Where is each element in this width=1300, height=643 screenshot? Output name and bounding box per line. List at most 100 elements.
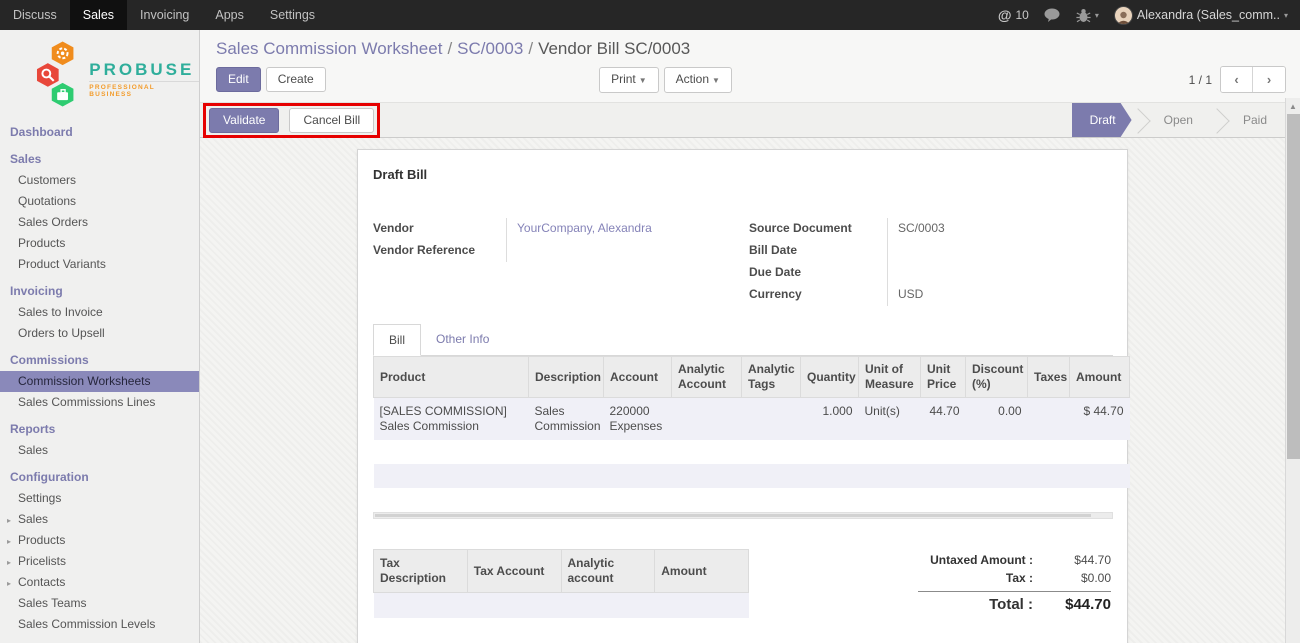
scrollbar-thumb[interactable] [1287,114,1300,459]
action-dropdown-button[interactable]: Action▼ [664,67,732,93]
scrollbar-thumb[interactable] [375,514,1091,517]
systray: @ 10 ▾ [998,0,1300,30]
nav-item-apps[interactable]: Apps [202,0,257,30]
cell-taxes [1028,398,1070,441]
bug-icon [1076,8,1091,23]
sidebar-item-product-variants[interactable]: Product Variants [0,254,199,275]
col-tax-analytic-account: Analytic account [561,550,655,593]
sidebar-section-sales[interactable]: Sales [0,149,199,170]
user-menu-button[interactable]: Alexandra (Sales_comm.. ▾ [1114,6,1288,25]
field-currency: Currency USD [749,284,1113,306]
tax-row: Tax : $0.00 [870,569,1111,587]
totals-divider [918,591,1111,592]
breadcrumb: Sales Commission Worksheet/SC/0003/Vendo… [216,38,1286,59]
print-dropdown-button[interactable]: Print▼ [599,67,659,93]
edit-button[interactable]: Edit [216,67,261,92]
status-step-paid[interactable]: Paid [1225,103,1285,137]
debug-menu-button[interactable]: ▾ [1076,8,1099,23]
col-amount: Amount [1070,357,1130,398]
pager-buttons: ‹ › [1220,66,1286,93]
col-analytic-tags: Analytic Tags [742,357,801,398]
status-step-draft[interactable]: Draft [1072,103,1132,137]
tax-and-totals-section: Tax Description Tax Account Analytic acc… [373,549,1113,643]
cell-analytic-tags [742,398,801,441]
sidebar-item-config-products[interactable]: ▸Products [0,530,199,551]
tab-other-info[interactable]: Other Info [421,324,504,355]
sidebar-item-sales-orders[interactable]: Sales Orders [0,212,199,233]
pager-previous-button[interactable]: ‹ [1221,67,1253,92]
sidebar-item-config-sales[interactable]: ▸Sales [0,509,199,530]
vertical-scrollbar[interactable]: ▲ [1285,98,1300,643]
pager-next-button[interactable]: › [1253,67,1285,92]
pager-value: 1 / 1 [1189,73,1212,87]
due-date-label: Due Date [749,262,887,282]
empty-row [374,593,749,618]
cell-unit-price: 44.70 [921,398,966,441]
sidebar-item-reports-sales[interactable]: Sales [0,440,199,461]
tab-bill[interactable]: Bill [373,324,421,356]
sidebar-item-quotations[interactable]: Quotations [0,191,199,212]
breadcrumb-separator: / [447,39,452,58]
col-tax-description: Tax Description [374,550,468,593]
col-description: Description [529,357,604,398]
cell-amount: $ 44.70 [1070,398,1130,441]
inbox-messages-button[interactable]: @ 10 [998,7,1029,23]
control-panel-buttons: Edit Create Print▼ Action▼ 1 / 1 ‹ › [216,66,1286,93]
sidebar-item-dashboard[interactable]: Dashboard [0,122,199,143]
sidebar-section-commissions[interactable]: Commissions [0,350,199,371]
expand-arrow-icon: ▸ [7,576,11,591]
bill-table-header-row: Product Description Account Analytic Acc… [374,357,1130,398]
col-analytic-account: Analytic Account [672,357,742,398]
sidebar-item-sales-commissions-lines[interactable]: Sales Commissions Lines [0,392,199,413]
nav-item-sales[interactable]: Sales [70,0,127,30]
sidebar-section-invoicing[interactable]: Invoicing [0,281,199,302]
field-group-right: Source Document SC/0003 Bill Date Due Da… [749,218,1113,306]
sidebar-item-settings[interactable]: Settings [0,488,199,509]
cancel-bill-button[interactable]: Cancel Bill [289,108,374,133]
col-tax-amount: Amount [655,550,749,593]
chevron-down-icon: ▼ [639,76,647,85]
untaxed-amount-row: Untaxed Amount : $44.70 [870,551,1111,569]
due-date-value [887,262,1113,284]
empty-row [374,440,1130,464]
vendor-value-link[interactable]: YourCompany, Alexandra [506,218,737,240]
sidebar-item-contacts[interactable]: ▸Contacts [0,572,199,593]
sidebar-item-pricelists[interactable]: ▸Pricelists [0,551,199,572]
sidebar-item-commission-worksheets[interactable]: Commission Worksheets [0,371,199,392]
sidebar-section-reports[interactable]: Reports [0,419,199,440]
currency-label: Currency [749,284,887,304]
sidebar-item-sales-to-invoice[interactable]: Sales to Invoice [0,302,199,323]
at-icon: @ [998,7,1012,23]
sidebar-item-orders-to-upsell[interactable]: Orders to Upsell [0,323,199,344]
nav-item-discuss[interactable]: Discuss [0,0,70,30]
total-label: Total : [989,596,1033,613]
sidebar-item-products[interactable]: Products [0,233,199,254]
page-title: Draft Bill [373,167,1113,182]
table-row[interactable]: [SALES COMMISSION] Sales Commission Sale… [374,398,1130,441]
vendor-label: Vendor [373,218,506,238]
sidebar-item-sales-teams[interactable]: Sales Teams [0,593,199,614]
nav-item-settings[interactable]: Settings [257,0,328,30]
control-panel: Sales Commission Worksheet/SC/0003/Vendo… [200,30,1300,102]
scroll-up-arrow-icon[interactable]: ▲ [1286,98,1300,111]
expand-arrow-icon: ▸ [7,555,11,570]
chevron-down-icon: ▾ [1284,11,1288,20]
cell-analytic-account [672,398,742,441]
logo-title: PROBUSE [89,60,199,82]
col-tax-account: Tax Account [467,550,561,593]
status-step-open[interactable]: Open [1146,103,1211,137]
nav-item-invoicing[interactable]: Invoicing [127,0,202,30]
sidebar-item-customers[interactable]: Customers [0,170,199,191]
sidebar-section-configuration[interactable]: Configuration [0,467,199,488]
horizontal-scrollbar[interactable] [373,512,1113,519]
create-button[interactable]: Create [266,67,326,92]
validate-button[interactable]: Validate [209,108,279,133]
print-action-group: Print▼ Action▼ [599,67,732,93]
sidebar-item-sales-commission-levels[interactable]: Sales Commission Levels [0,614,199,635]
breadcrumb-sc0003-link[interactable]: SC/0003 [457,39,523,58]
cell-product: [SALES COMMISSION] Sales Commission [374,398,529,441]
breadcrumb-worksheet-link[interactable]: Sales Commission Worksheet [216,39,442,58]
chat-button[interactable] [1044,8,1061,22]
cell-unit-of-measure: Unit(s) [859,398,921,441]
totals-block: Untaxed Amount : $44.70 Tax : $0.00 Tota… [870,551,1113,643]
